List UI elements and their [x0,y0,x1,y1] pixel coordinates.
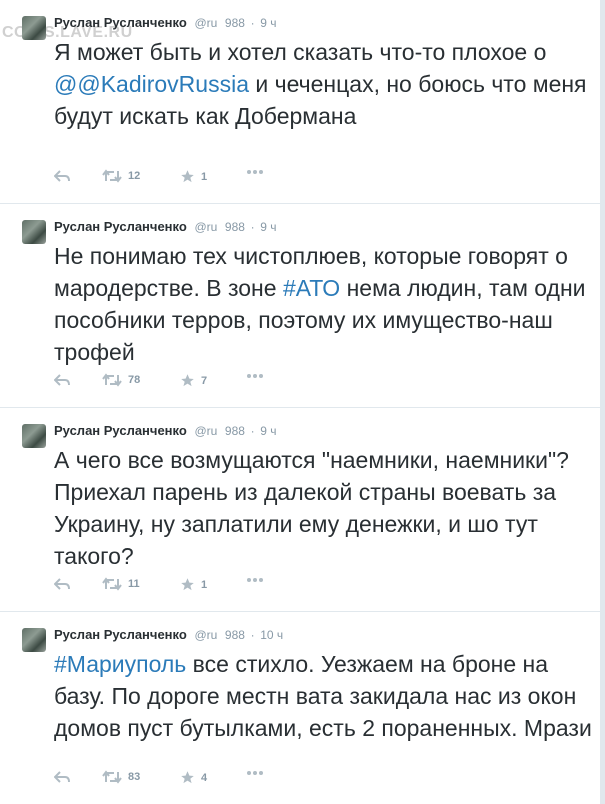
more-button[interactable] [246,373,264,379]
more-button[interactable] [246,770,264,776]
tweet-text: А чего все возмущаются "наемники, наемни… [54,444,594,572]
timestamp[interactable]: 10 ч [260,628,283,642]
favorite-button[interactable]: 7 [180,373,207,388]
reply-button[interactable] [54,169,70,183]
author-name[interactable]: Руслан Русланченко [54,15,187,30]
reply-button[interactable] [54,373,70,387]
avatar[interactable] [22,628,46,652]
tweet[interactable]: Руслан Русланченко @ru 988 · 9 ч Я может… [0,0,600,204]
reply-icon [54,374,70,386]
tweet-text: #Мариуполь все стихло. Уезжаем на броне … [54,648,594,744]
star-icon [181,771,194,784]
tweet-text: Я может быть и хотел сказать что-то плох… [54,36,594,132]
retweet-button[interactable]: 78 [102,373,140,387]
favorite-count: 1 [201,170,208,183]
more-button[interactable] [246,169,264,175]
avatar[interactable] [22,220,46,244]
retweet-count: 12 [128,170,141,182]
favorite-button[interactable]: 1 [180,169,207,184]
view-count: 988 [224,220,245,234]
hashtag-link[interactable]: #АТО [283,275,340,301]
star-icon [181,374,194,387]
timestamp[interactable]: 9 ч [260,220,276,234]
author-handle[interactable]: @ru [194,424,217,438]
retweet-icon [102,577,122,591]
favorite-button[interactable]: 4 [180,770,207,785]
author-handle[interactable]: @ru [194,628,217,642]
author-name[interactable]: Руслан Русланченко [54,627,187,642]
tweet-actions: 83 4 [54,770,474,790]
favorite-count: 4 [201,771,208,784]
more-icon [247,578,263,582]
tweet[interactable]: Руслан Русланченко @ru 988 · 9 ч Не пони… [0,204,600,408]
author-name[interactable]: Руслан Русланченко [54,219,187,234]
view-count: 988 [224,628,245,642]
tweet-text-part: Я может быть и хотел сказать что-то плох… [54,39,547,65]
retweet-count: 83 [128,771,141,783]
retweet-icon [102,373,122,387]
more-icon [247,170,263,174]
retweet-button[interactable]: 11 [102,577,140,591]
separator-dot: · [250,628,255,642]
tweet-actions: 78 7 [54,373,474,393]
reply-icon [54,578,70,590]
retweet-count: 11 [128,578,140,590]
view-count: 988 [224,16,245,30]
favorite-count: 1 [201,578,208,591]
tweet-header: Руслан Русланченко @ru 988 · 9 ч [54,218,276,236]
timestamp[interactable]: 9 ч [260,16,276,30]
tweet-actions: 11 1 [54,577,474,597]
star-icon [181,578,194,591]
retweet-button[interactable]: 12 [102,169,140,183]
more-button[interactable] [246,577,264,583]
retweet-button[interactable]: 83 [102,770,140,784]
tweet[interactable]: Руслан Русланченко @ru 988 · 10 ч #Мариу… [0,612,600,804]
favorite-count: 7 [201,374,208,387]
reply-icon [54,771,70,783]
favorite-button[interactable]: 1 [180,577,207,592]
more-icon [247,374,263,378]
retweet-icon [102,770,122,784]
author-handle[interactable]: @ru [194,16,217,30]
tweet-actions: 12 1 [54,169,474,189]
avatar[interactable] [22,424,46,448]
separator-dot: · [250,16,255,30]
tweet-header: Руслан Русланченко @ru 988 · 10 ч [54,626,283,644]
star-icon [181,170,194,183]
reply-button[interactable] [54,577,70,591]
reply-button[interactable] [54,770,70,784]
author-handle[interactable]: @ru [194,220,217,234]
avatar[interactable] [22,16,46,40]
retweet-count: 78 [128,374,141,386]
tweet-header: Руслан Русланченко @ru 988 · 9 ч [54,422,276,440]
tweet-text-part: А чего все возмущаются "наемники, наемни… [54,447,569,569]
tweet-header: Руслан Русланченко @ru 988 · 9 ч [54,14,276,32]
view-count: 988 [224,424,245,438]
retweet-icon [102,169,122,183]
hashtag-link[interactable]: #Мариуполь [54,651,186,677]
tweet-text: Не понимаю тех чистоплюев, которые говор… [54,240,594,368]
reply-icon [54,170,70,182]
tweet-feed: COINS.LAVE.RU Руслан Русланченко @ru 988… [0,0,600,804]
mention-link[interactable]: @@KadirovRussia [54,71,249,97]
tweet[interactable]: Руслан Русланченко @ru 988 · 9 ч А чего … [0,408,600,612]
author-name[interactable]: Руслан Русланченко [54,423,187,438]
separator-dot: · [250,424,255,438]
timestamp[interactable]: 9 ч [260,424,276,438]
separator-dot: · [250,220,255,234]
more-icon [247,771,263,775]
